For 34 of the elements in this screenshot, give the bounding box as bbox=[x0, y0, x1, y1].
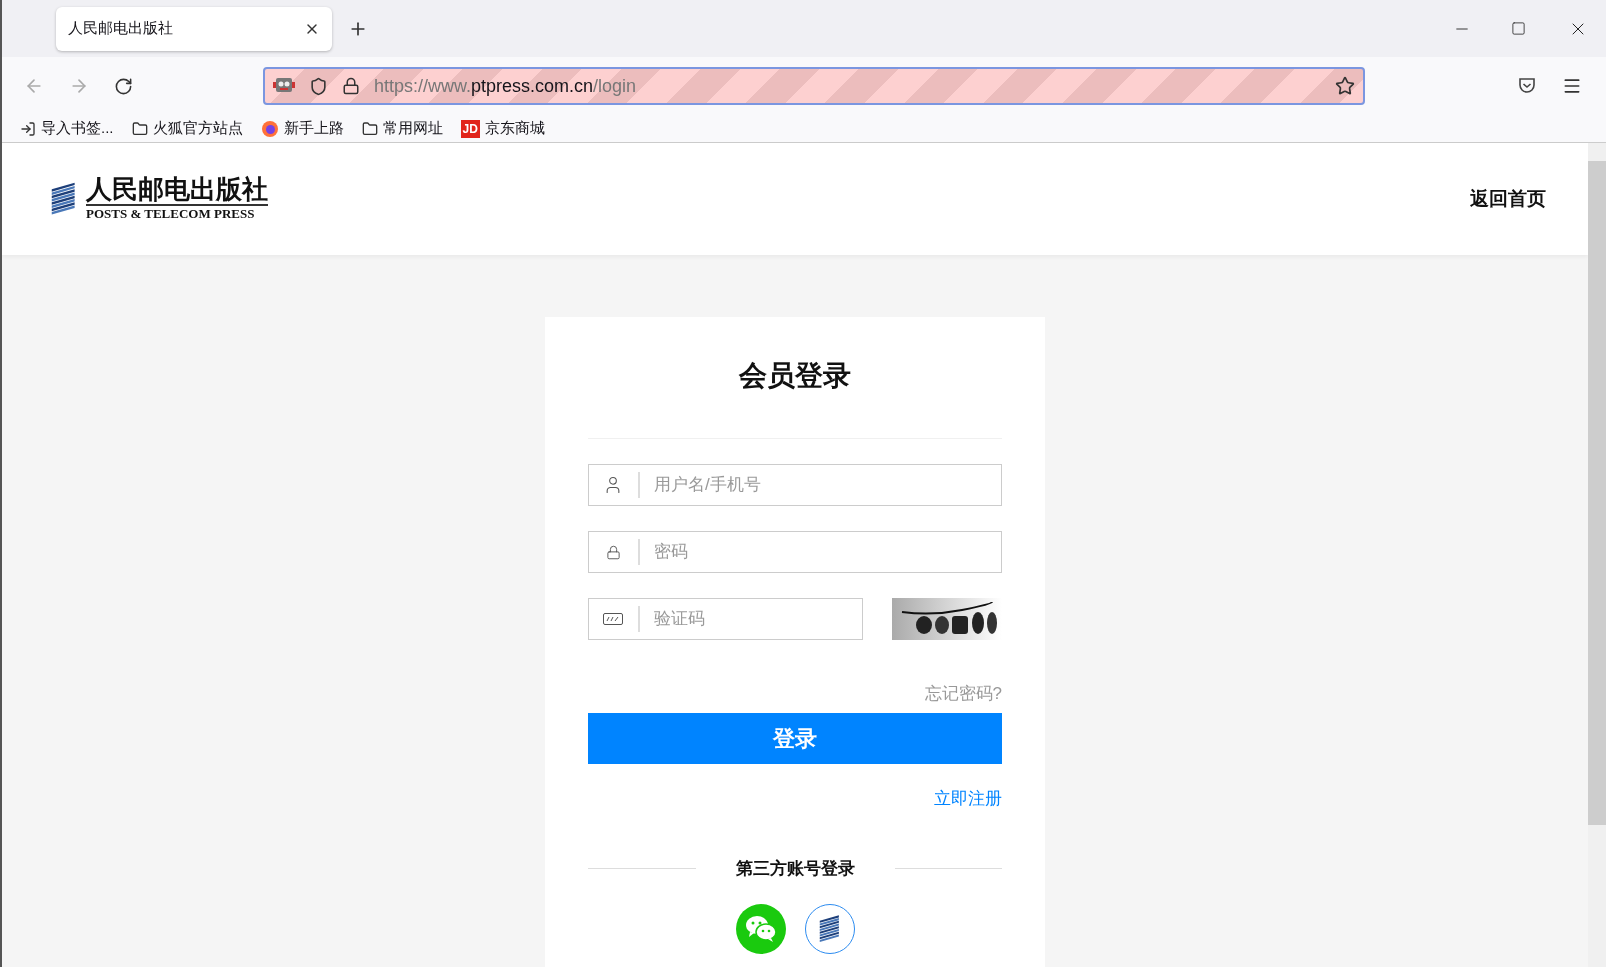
bookmark-star-icon[interactable] bbox=[1335, 76, 1355, 96]
input-field[interactable]: 密码 bbox=[588, 531, 1002, 573]
logo-subtitle: POSTS & TELECOM PRESS bbox=[86, 206, 256, 222]
bookmark-item[interactable]: 火狐官方站点 bbox=[131, 117, 243, 140]
home-link[interactable]: 返回首页 bbox=[1470, 184, 1546, 214]
bookmark-item[interactable]: 常用网址 bbox=[361, 117, 443, 140]
tab-title: 人民邮电出版社 bbox=[68, 18, 173, 39]
bookmark-item[interactable]: 导入书签... bbox=[20, 117, 114, 140]
chat-bubbles-icon bbox=[743, 913, 778, 944]
reload-icon[interactable] bbox=[114, 76, 133, 96]
login-button[interactable]: 登录 bbox=[588, 712, 1002, 764]
scrollbar[interactable] bbox=[1588, 143, 1606, 967]
maximize-icon[interactable] bbox=[1511, 21, 1526, 36]
url-text: https://www.ptpress.com.cn/login bbox=[374, 74, 637, 98]
captcha-icon bbox=[603, 613, 623, 625]
bookmark-item[interactable]: JD 京东商城 bbox=[460, 117, 545, 140]
register-link[interactable]: 立即注册 bbox=[934, 785, 1002, 811]
bookmark-item[interactable]: 新手上路 bbox=[260, 117, 344, 140]
shield-icon[interactable] bbox=[309, 76, 328, 96]
folder-icon bbox=[131, 120, 148, 137]
browser-tab[interactable]: 人民邮电出版社 bbox=[56, 6, 332, 51]
menu-icon[interactable] bbox=[1562, 76, 1582, 96]
input-field[interactable]: 用户名/手机号 bbox=[588, 464, 1002, 506]
logo-title: 人民邮电出版社 bbox=[86, 176, 268, 206]
third-party-title: 第三方账号登录 bbox=[735, 858, 855, 880]
folder-icon bbox=[361, 120, 378, 137]
input-field[interactable]: 验证码 bbox=[588, 598, 863, 640]
login-title: 会员登录 bbox=[738, 359, 852, 393]
lock-icon[interactable] bbox=[342, 77, 360, 95]
site-logo[interactable]: 人民邮电出版社 POSTS & TELECOM PRESS bbox=[46, 176, 268, 222]
jd-icon: JD bbox=[460, 119, 480, 138]
import-icon bbox=[20, 120, 36, 137]
lock-icon bbox=[605, 544, 621, 560]
address-bar[interactable]: https://www.ptpress.com.cn/login bbox=[263, 67, 1365, 105]
